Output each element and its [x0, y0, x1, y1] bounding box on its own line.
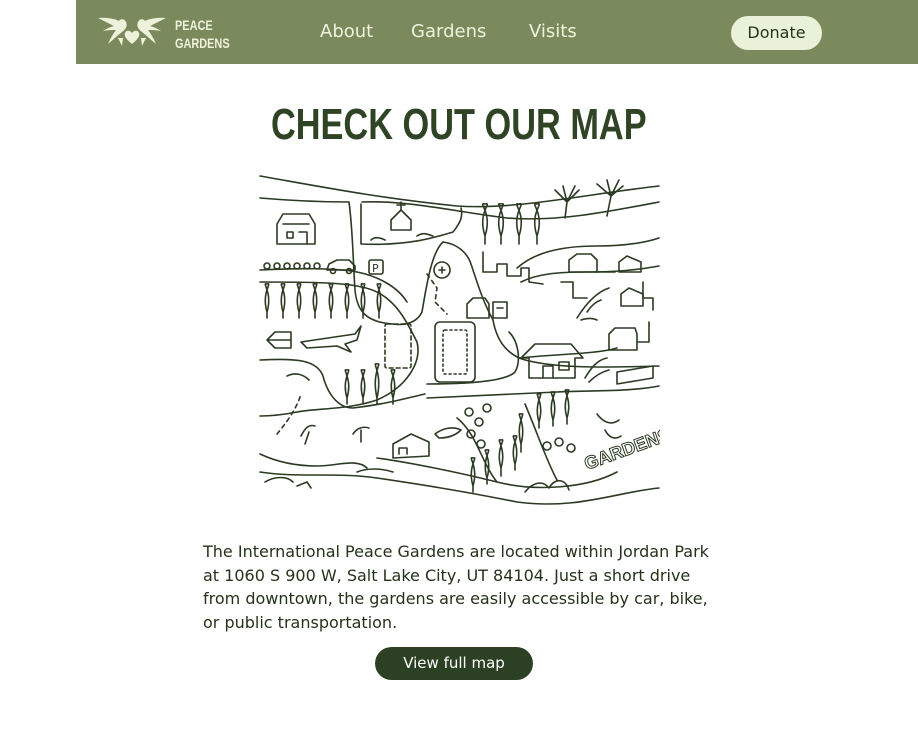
page-title: CHECK OUT OUR MAP — [271, 100, 647, 149]
nav-link-visits[interactable]: Visits — [529, 20, 577, 44]
location-description: The International Peace Gardens are loca… — [203, 542, 709, 632]
nav-link-gardens[interactable]: Gardens — [411, 20, 486, 44]
map-parking-label: P — [372, 262, 379, 275]
logo-text-line2: GARDENS — [175, 35, 230, 51]
park-map-drawing: P GARDENS — [259, 175, 673, 505]
view-full-map-button[interactable]: View full map — [375, 647, 533, 680]
nav-link-about[interactable]: About — [320, 20, 373, 44]
donate-button[interactable]: Donate — [731, 16, 822, 50]
park-map-illustration: P GARDENS — [257, 172, 673, 515]
map-gardens-label: GARDENS — [582, 424, 660, 474]
doves-heart-icon — [98, 17, 166, 46]
site-logo[interactable]: PEACE GARDENS — [96, 12, 236, 54]
logo-text-line1: PEACE — [175, 17, 213, 33]
top-navbar: PEACE GARDENS About Gardens Visits Donat… — [76, 0, 918, 64]
